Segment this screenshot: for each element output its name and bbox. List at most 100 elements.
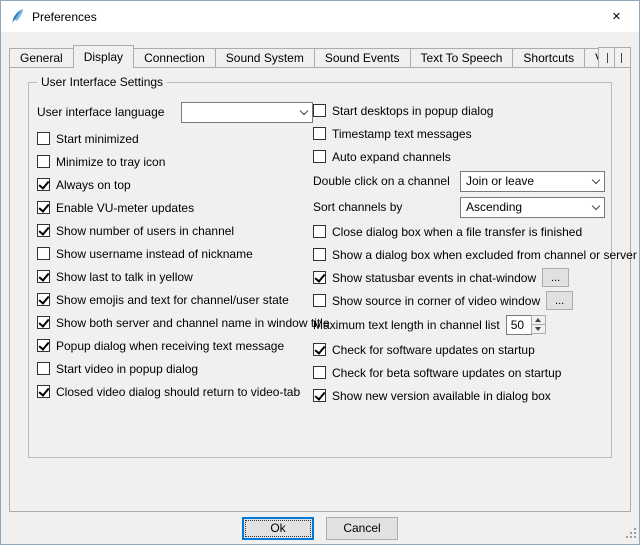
close-button[interactable]: ✕ — [594, 1, 639, 32]
tab-scroll-control — [599, 47, 631, 68]
cancel-button[interactable]: Cancel — [326, 517, 398, 540]
max-text-length-spinner[interactable]: 50 — [506, 315, 546, 335]
tab-display[interactable]: Display — [73, 45, 134, 68]
checkbox-box — [313, 150, 326, 163]
tab-sound-events[interactable]: Sound Events — [314, 48, 411, 68]
spinner-buttons — [531, 315, 546, 335]
checkbox-video-popup[interactable]: Start video in popup dialog — [37, 357, 313, 380]
double-click-value: Join or leave — [466, 174, 587, 188]
ok-button[interactable]: Ok — [242, 517, 314, 540]
checkbox-video-return-tab[interactable]: Closed video dialog should return to vid… — [37, 380, 313, 403]
checkbox-statusbar-events[interactable]: Show statusbar events in chat-window — [313, 271, 536, 285]
checkbox-box — [313, 271, 326, 284]
window-title: Preferences — [32, 10, 97, 24]
sort-channels-row: Sort channels by Ascending — [313, 194, 605, 220]
checkbox-show-user-count[interactable]: Show number of users in channel — [37, 219, 313, 242]
checkbox-video-source-corner[interactable]: Show source in corner of video window — [313, 294, 540, 308]
checkbox-auto-expand-channels[interactable]: Auto expand channels — [313, 145, 605, 168]
language-select[interactable] — [181, 102, 313, 123]
checkbox-timestamp-messages[interactable]: Timestamp text messages — [313, 122, 605, 145]
checkbox-label: Show new version available in dialog box — [332, 389, 551, 403]
checkbox-label: Show both server and channel name in win… — [56, 316, 330, 330]
checkbox-label: Show username instead of nickname — [56, 247, 253, 261]
language-label: User interface language — [37, 105, 164, 119]
tab-connection[interactable]: Connection — [133, 48, 216, 68]
double-click-select[interactable]: Join or leave — [460, 171, 605, 192]
tab-scroll-left-button[interactable] — [598, 47, 615, 68]
statusbar-events-more-button[interactable]: ... — [542, 268, 569, 287]
checkbox-box — [37, 132, 50, 145]
tabs-clip: General Display Connection Sound System … — [9, 45, 625, 68]
spin-down-icon — [535, 327, 541, 331]
chevron-down-icon — [295, 111, 312, 114]
sort-channels-select[interactable]: Ascending — [460, 197, 605, 218]
checkbox-label: Start desktops in popup dialog — [332, 104, 493, 118]
spin-down-button[interactable] — [531, 324, 546, 334]
checkbox-show-username[interactable]: Show username instead of nickname — [37, 242, 313, 265]
checkbox-box — [37, 178, 50, 191]
checkbox-label: Show emojis and text for channel/user st… — [56, 293, 289, 307]
checkbox-new-version-dialog[interactable]: Show new version available in dialog box — [313, 384, 605, 407]
checkbox-box — [313, 389, 326, 402]
checkbox-always-on-top[interactable]: Always on top — [37, 173, 313, 196]
checkbox-box — [313, 225, 326, 238]
checkbox-excluded-dialog[interactable]: Show a dialog box when excluded from cha… — [313, 243, 605, 266]
checkbox-label: Show a dialog box when excluded from cha… — [332, 248, 637, 262]
checkbox-vu-meter-updates[interactable]: Enable VU-meter updates — [37, 196, 313, 219]
language-row: User interface language — [37, 99, 313, 125]
checkbox-popup-text-message[interactable]: Popup dialog when receiving text message — [37, 334, 313, 357]
tab-label: Text To Speech — [421, 51, 503, 65]
checkbox-label: Popup dialog when receiving text message — [56, 339, 284, 353]
checkbox-label: Start minimized — [56, 132, 139, 146]
checkbox-box — [313, 294, 326, 307]
chevron-left-icon — [607, 53, 608, 63]
checkbox-close-on-transfer-finish[interactable]: Close dialog box when a file transfer is… — [313, 220, 605, 243]
checkbox-emojis-text-state[interactable]: Show emojis and text for channel/user st… — [37, 288, 313, 311]
tab-general[interactable]: General — [9, 48, 74, 68]
checkbox-box — [313, 104, 326, 117]
checkbox-check-updates[interactable]: Check for software updates on startup — [313, 338, 605, 361]
tab-sound-system[interactable]: Sound System — [215, 48, 315, 68]
tab-shortcuts[interactable]: Shortcuts — [512, 48, 585, 68]
checkbox-label: Start video in popup dialog — [56, 362, 198, 376]
checkbox-check-beta-updates[interactable]: Check for beta software updates on start… — [313, 361, 605, 384]
checkbox-label: Show number of users in channel — [56, 224, 234, 238]
tab-strip: General Display Connection Sound System … — [1, 45, 639, 68]
checkbox-box — [37, 247, 50, 260]
button-bar: Ok Cancel — [1, 512, 639, 544]
checkbox-label: Check for beta software updates on start… — [332, 366, 561, 380]
left-column: User interface language Start minimized … — [37, 99, 313, 407]
titlebar: Preferences ✕ — [1, 1, 639, 32]
checkbox-label: Close dialog box when a file transfer is… — [332, 225, 582, 239]
right-column: Start desktops in popup dialog Timestamp… — [313, 99, 607, 407]
tab-text-to-speech[interactable]: Text To Speech — [410, 48, 514, 68]
checkbox-label: Show source in corner of video window — [332, 294, 540, 308]
chevron-right-icon — [621, 53, 622, 63]
tab-label: Connection — [144, 51, 205, 65]
tab-label: Display — [84, 50, 123, 64]
max-text-length-label: Maximum text length in channel list — [313, 318, 500, 332]
checkbox-box — [313, 366, 326, 379]
checkbox-minimize-to-tray[interactable]: Minimize to tray icon — [37, 150, 313, 173]
resize-grip[interactable] — [626, 528, 637, 542]
app-icon — [9, 8, 26, 25]
checkbox-box — [313, 248, 326, 261]
video-source-more-button[interactable]: ... — [546, 291, 573, 310]
checkbox-desktops-popup[interactable]: Start desktops in popup dialog — [313, 99, 605, 122]
video-source-row: Show source in corner of video window ..… — [313, 289, 605, 312]
chevron-down-icon — [587, 180, 604, 183]
checkbox-box — [37, 385, 50, 398]
tab-scroll-right-button[interactable] — [614, 47, 631, 68]
checkbox-label: Minimize to tray icon — [56, 155, 165, 169]
checkbox-box — [313, 127, 326, 140]
checkbox-label: Timestamp text messages — [332, 127, 472, 141]
checkbox-last-talk-yellow[interactable]: Show last to talk in yellow — [37, 265, 313, 288]
checkbox-label: Show last to talk in yellow — [56, 270, 193, 284]
checkbox-box — [37, 224, 50, 237]
checkbox-server-channel-title[interactable]: Show both server and channel name in win… — [37, 311, 313, 334]
checkbox-start-minimized[interactable]: Start minimized — [37, 127, 313, 150]
tab-label: General — [20, 51, 63, 65]
sort-channels-label: Sort channels by — [313, 200, 402, 214]
ui-settings-groupbox: User Interface Settings User interface l… — [28, 82, 612, 458]
tab-label: Sound Events — [325, 51, 400, 65]
